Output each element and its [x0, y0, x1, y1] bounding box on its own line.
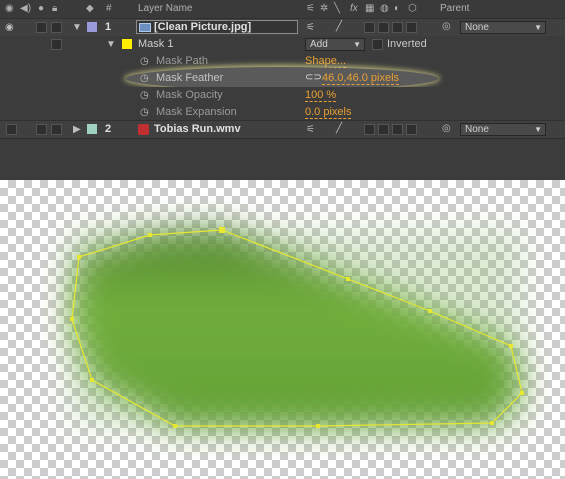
- mask-expansion-value[interactable]: 0.0 pixels: [305, 106, 352, 119]
- visibility-toggle[interactable]: [6, 124, 17, 135]
- layer-name: [Clean Picture.jpg]: [154, 21, 252, 33]
- parent-dropdown[interactable]: None ▼: [460, 123, 546, 136]
- mask-path-value[interactable]: Shape...: [305, 55, 346, 68]
- parent-value: None: [465, 22, 489, 33]
- mask-name[interactable]: Mask 1: [138, 38, 173, 50]
- video-footage-icon: [138, 124, 149, 135]
- switch-3d[interactable]: [406, 22, 417, 33]
- mask-lock-toggle[interactable]: [51, 39, 62, 50]
- mask-feather-value[interactable]: 46.0,46.0 pixels: [322, 72, 400, 85]
- motion-blur-icon: ◍: [380, 3, 389, 14]
- layer-row[interactable]: ▶ 2 Tobias Run.wmv ⚟ ╱ ◎ None ▼: [0, 120, 565, 139]
- constrain-link-icon[interactable]: ⊂⊃: [305, 72, 322, 83]
- timeline-header: ◉ ◀) ● 🔒︎ ◆ # Layer Name ⚟ ✲ ╲ fx ▦ ◍ ◐ …: [0, 0, 565, 19]
- quality-switch-icon[interactable]: ╱: [336, 21, 342, 32]
- inverted-label: Inverted: [387, 38, 427, 50]
- visibility-eye-icon[interactable]: ◉: [5, 22, 14, 33]
- audio-icon: ◀): [20, 3, 32, 14]
- masked-grass-image[interactable]: [0, 180, 565, 479]
- chevron-down-icon: ▼: [534, 125, 542, 134]
- parent-dropdown[interactable]: None ▼: [460, 21, 546, 34]
- parent-value: None: [465, 124, 489, 135]
- layer-index: 1: [105, 21, 112, 33]
- pickwhip-icon[interactable]: ◎: [442, 123, 451, 134]
- footage-icon: [139, 23, 151, 32]
- quality-switch-icon[interactable]: ╱: [336, 123, 342, 134]
- header-layer-name[interactable]: Layer Name: [138, 3, 192, 14]
- mask-row[interactable]: ▼ Mask 1 Add ▼ Inverted: [0, 36, 565, 53]
- mask-color-swatch[interactable]: [122, 39, 132, 49]
- switch-shy-icon: ⚟: [306, 3, 315, 14]
- expand-triangle-icon[interactable]: ▼: [72, 22, 82, 33]
- label-color-swatch[interactable]: [87, 124, 97, 134]
- effects-icon: fx: [350, 3, 358, 14]
- expand-triangle-icon[interactable]: ▼: [106, 39, 116, 50]
- mask-mode-dropdown[interactable]: Add ▼: [305, 38, 365, 51]
- stopwatch-icon[interactable]: ◷: [140, 107, 149, 118]
- switch-blend[interactable]: [378, 124, 389, 135]
- frame-blend-icon: ▦: [365, 3, 375, 14]
- pickwhip-icon[interactable]: ◎: [442, 21, 451, 32]
- property-label: Mask Expansion: [156, 106, 237, 118]
- switch-quality-icon: ╲: [334, 3, 341, 14]
- stopwatch-icon[interactable]: ◷: [140, 73, 149, 84]
- shy-switch-icon[interactable]: ⚟: [306, 124, 315, 135]
- mask-feather-row[interactable]: ◷ Mask Feather ⊂⊃ 46.0,46.0 pixels: [0, 67, 565, 90]
- stopwatch-icon[interactable]: ◷: [140, 90, 149, 101]
- layer-index: 2: [105, 123, 112, 135]
- shy-switch-icon[interactable]: ⚟: [306, 22, 315, 33]
- mask-expansion-row[interactable]: ◷ Mask Expansion 0.0 pixels: [0, 104, 565, 121]
- property-label: Mask Path: [156, 55, 208, 67]
- lock-icon: 🔒︎: [52, 3, 58, 14]
- mask-mode-value: Add: [310, 39, 328, 50]
- label-color-swatch[interactable]: [87, 22, 97, 32]
- solo-toggle[interactable]: [36, 124, 47, 135]
- layer-name-field[interactable]: [Clean Picture.jpg]: [136, 20, 298, 34]
- chevron-down-icon: ▼: [534, 23, 542, 32]
- header-parent[interactable]: Parent: [440, 3, 469, 14]
- switch-blend[interactable]: [378, 22, 389, 33]
- switch-3d[interactable]: [406, 124, 417, 135]
- switch-mblur[interactable]: [392, 124, 403, 135]
- composition-viewer[interactable]: [0, 180, 565, 479]
- adjustment-icon: ◐: [394, 3, 401, 14]
- header-hash: #: [106, 3, 112, 14]
- layer-name: Tobias Run.wmv: [154, 123, 241, 135]
- switch-fx[interactable]: [364, 124, 375, 135]
- eye-icon: ◉: [5, 3, 14, 14]
- layer-row[interactable]: ◉ ▼ 1 [Clean Picture.jpg] ⚟ ╱ ◎ None ▼: [0, 18, 565, 37]
- mask-opacity-row[interactable]: ◷ Mask Opacity 100 %: [0, 87, 565, 104]
- inverted-checkbox[interactable]: [372, 39, 383, 50]
- timeline-panel: ◉ ◀) ● 🔒︎ ◆ # Layer Name ⚟ ✲ ╲ fx ▦ ◍ ◐ …: [0, 0, 565, 180]
- label-tag-icon: ◆: [86, 3, 94, 14]
- switch-fx[interactable]: [364, 22, 375, 33]
- expand-triangle-icon[interactable]: ▶: [73, 124, 81, 135]
- property-label: Mask Opacity: [156, 89, 223, 101]
- lock-toggle[interactable]: [51, 22, 62, 33]
- stopwatch-icon[interactable]: ◷: [140, 56, 149, 67]
- solo-icon: ●: [38, 3, 45, 14]
- mask-opacity-value[interactable]: 100 %: [305, 89, 337, 102]
- solo-toggle[interactable]: [36, 22, 47, 33]
- chevron-down-icon: ▼: [353, 40, 361, 49]
- lock-toggle[interactable]: [51, 124, 62, 135]
- property-label: Mask Feather: [156, 72, 224, 84]
- 3d-layer-icon: ⬡: [408, 3, 417, 14]
- switch-mblur[interactable]: [392, 22, 403, 33]
- switch-collapse-icon: ✲: [320, 3, 329, 14]
